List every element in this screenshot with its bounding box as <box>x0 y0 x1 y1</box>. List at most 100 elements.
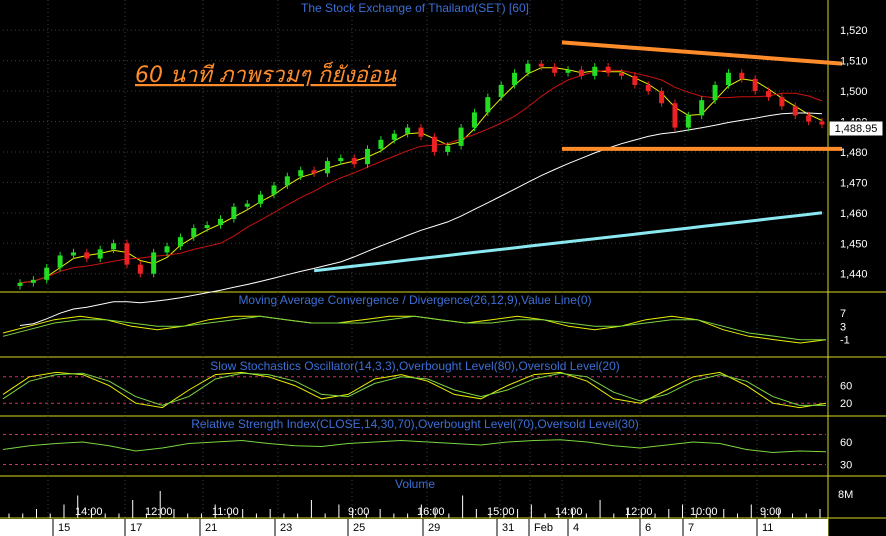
candle-up <box>151 252 157 274</box>
price-tick-label: 1,470 <box>840 177 868 189</box>
candle-down <box>672 103 678 128</box>
volume-tick-label: 8M <box>838 489 853 501</box>
price-tick-label: 1,500 <box>840 86 868 98</box>
candle-down <box>605 66 611 73</box>
rsi-tick-label: 60 <box>840 437 852 449</box>
rsi-line <box>2 434 827 465</box>
date-tick-label: 4 <box>573 522 579 534</box>
candle-up <box>378 139 384 149</box>
date-tick-label: 7 <box>688 522 694 534</box>
candle-down <box>792 106 798 116</box>
time-tick-label: 9:00 <box>348 506 369 518</box>
macd-tick-label: 7 <box>840 308 846 320</box>
candle-up <box>70 252 76 256</box>
candle-up <box>498 84 504 98</box>
candle-up <box>525 63 531 73</box>
candle-up <box>44 267 50 280</box>
candle-up <box>391 133 397 140</box>
candle-down <box>351 158 357 165</box>
price-tick-label: 1,450 <box>840 238 868 250</box>
candle-up <box>458 127 464 146</box>
candle-up <box>685 115 691 128</box>
date-tick-label: Feb <box>534 522 553 534</box>
candle-up <box>111 243 117 250</box>
volume-panel-title: Volume <box>395 477 435 491</box>
time-tick-label: 12:00 <box>145 506 173 518</box>
candle-down <box>538 63 544 67</box>
candle-up <box>218 218 223 226</box>
volume-axis-ticks: 8M <box>838 489 853 501</box>
date-tick-label: 6 <box>645 522 651 534</box>
price-tick-label: 1,460 <box>840 208 868 220</box>
candle-up <box>592 66 598 76</box>
candle-down <box>819 121 825 125</box>
annotation-text: 60 นาที ภาพรวมๆ ก็ยังอ่อน <box>135 61 397 88</box>
rsi-axis-ticks: 60 30 <box>840 437 852 472</box>
stoch-series-line <box>2 372 826 406</box>
candle-up <box>471 112 477 128</box>
candle-up <box>177 237 183 247</box>
stoch-tick-label: 20 <box>840 398 852 410</box>
candle-up <box>191 228 197 238</box>
candle-up <box>445 145 451 152</box>
stochastics-panel-title: Slow Stochastics Oscillator(14,3,3),Over… <box>210 359 620 373</box>
candle-up <box>258 194 264 204</box>
time-tick-label: 14:00 <box>75 506 103 518</box>
candle-down <box>659 91 665 104</box>
candle-up <box>298 170 304 177</box>
rsi-panel-title: Relative Strength Index(CLOSE,14,30,70),… <box>191 417 639 431</box>
date-strip <box>0 519 828 536</box>
candle-down <box>739 72 745 79</box>
time-tick-label: 10:00 <box>690 506 718 518</box>
time-tick-label: 12:00 <box>625 506 653 518</box>
stock-chart: The Stock Exchange of Thailand(SET) [60]… <box>0 0 886 536</box>
candle-down <box>418 127 424 137</box>
date-tick-label: 31 <box>502 522 514 534</box>
candle-up <box>699 100 705 116</box>
last-price-label: 1,488.95 <box>835 123 878 135</box>
time-tick-label: 14:00 <box>555 506 583 518</box>
price-tick-label: 1,520 <box>840 25 868 37</box>
candle-down <box>552 66 558 73</box>
price-tick-label: 1,480 <box>840 147 868 159</box>
candle-down <box>578 69 584 76</box>
rsi-tick-label: 30 <box>840 460 852 472</box>
candle-up <box>338 158 344 162</box>
candle-up <box>30 279 36 283</box>
candle-up <box>284 176 290 186</box>
macd-tick-label: 3 <box>840 321 846 333</box>
date-tick-label: 11 <box>762 522 773 534</box>
stochastics-lines <box>2 371 827 409</box>
trendlines <box>561 40 843 151</box>
candle-down <box>124 243 130 265</box>
candlesticks <box>17 60 825 290</box>
time-tick-label: 15:00 <box>487 506 515 518</box>
candle-up <box>405 127 411 134</box>
macd-axis-ticks: 73 -1 <box>840 308 850 347</box>
price-tick-label: 1,440 <box>840 269 868 281</box>
candle-up <box>231 206 237 219</box>
candle-down <box>311 170 317 174</box>
rsi-series-line <box>2 439 827 454</box>
candle-up <box>485 97 491 113</box>
candle-up <box>512 72 518 85</box>
candle-down <box>779 97 785 107</box>
candle-down <box>752 78 758 92</box>
date-tick-label: 21 <box>205 522 217 534</box>
candle-up <box>365 148 371 165</box>
time-tick-label: 16:00 <box>417 506 445 518</box>
candle-up <box>324 161 330 174</box>
last-price-badge: 1,488.95 <box>828 120 884 137</box>
date-tick-label: 25 <box>353 522 365 534</box>
macd-panel-title: Moving Average Convergence / Divergence(… <box>238 293 591 307</box>
candle-up <box>725 72 731 85</box>
date-tick-label: 29 <box>428 522 440 534</box>
candle-down <box>766 91 772 98</box>
price-tick-label: 1,510 <box>840 56 868 68</box>
macd-series-line <box>2 315 827 344</box>
date-tick-label: 15 <box>58 522 70 534</box>
candle-down <box>632 75 638 85</box>
candle-down <box>137 264 143 274</box>
candle-down <box>619 72 624 76</box>
stoch-tick-label: 60 <box>840 381 852 393</box>
